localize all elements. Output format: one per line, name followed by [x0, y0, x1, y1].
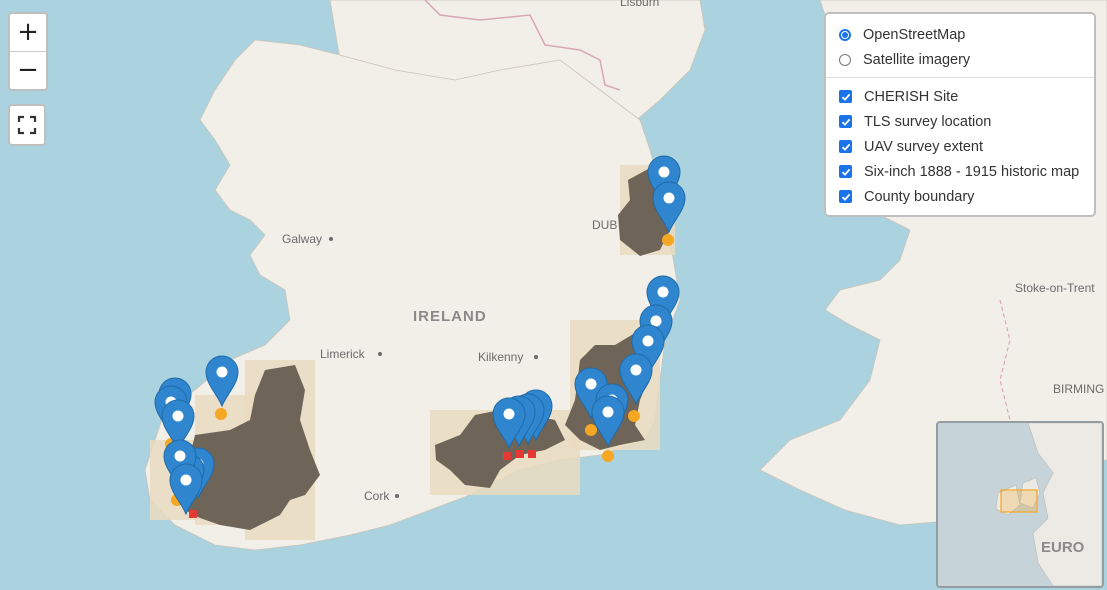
label-lisburn: Lisburn [620, 0, 659, 9]
fullscreen-button[interactable] [8, 104, 46, 146]
overlay-label: County boundary [864, 188, 975, 205]
overlay-label: CHERISH Site [864, 88, 959, 105]
label-limerick: Limerick [320, 347, 366, 361]
label-dublin: DUB [592, 218, 617, 232]
label-ireland: IRELAND [413, 308, 487, 325]
label-cork: Cork [364, 489, 390, 503]
minimap[interactable]: EURO [936, 421, 1104, 588]
overlay-tls-survey[interactable]: TLS survey location [826, 109, 1094, 134]
label-galway: Galway [282, 232, 322, 246]
base-layer-openstreetmap[interactable]: OpenStreetMap [826, 22, 1094, 47]
overlay-cherish-site[interactable]: CHERISH Site [826, 84, 1094, 109]
zoom-control: + − [8, 12, 48, 91]
radio-icon[interactable] [839, 53, 851, 66]
overlay-uav-survey[interactable]: UAV survey extent [826, 134, 1094, 159]
zoom-out-button[interactable]: − [10, 51, 46, 89]
overlay-label: TLS survey location [864, 113, 992, 130]
layer-control: OpenStreetMap Satellite imagery CHERISH … [824, 12, 1096, 217]
checkbox-icon[interactable] [839, 165, 852, 178]
radio-icon[interactable] [839, 28, 851, 41]
checkbox-icon[interactable] [839, 140, 852, 153]
checkbox-icon[interactable] [839, 90, 852, 103]
zoom-in-button[interactable]: + [10, 14, 46, 51]
checkbox-icon[interactable] [839, 190, 852, 203]
label-stoke: Stoke-on-Trent [1015, 281, 1095, 295]
fullscreen-icon [17, 115, 37, 135]
checkbox-icon[interactable] [839, 115, 852, 128]
base-layer-label: OpenStreetMap [863, 26, 966, 43]
label-kilkenny: Kilkenny [478, 350, 523, 364]
minimap-label: EURO [1041, 539, 1085, 556]
overlay-label: Six-inch 1888 - 1915 historic map [864, 163, 1080, 180]
layer-separator [826, 77, 1094, 78]
overlay-label: UAV survey extent [864, 138, 984, 155]
overlay-historic-map[interactable]: Six-inch 1888 - 1915 historic map [826, 159, 1094, 184]
base-layer-satellite[interactable]: Satellite imagery [826, 47, 1094, 72]
base-layer-label: Satellite imagery [863, 51, 971, 68]
label-birmingham: BIRMING [1053, 382, 1104, 396]
overlay-county-boundary[interactable]: County boundary [826, 184, 1094, 209]
